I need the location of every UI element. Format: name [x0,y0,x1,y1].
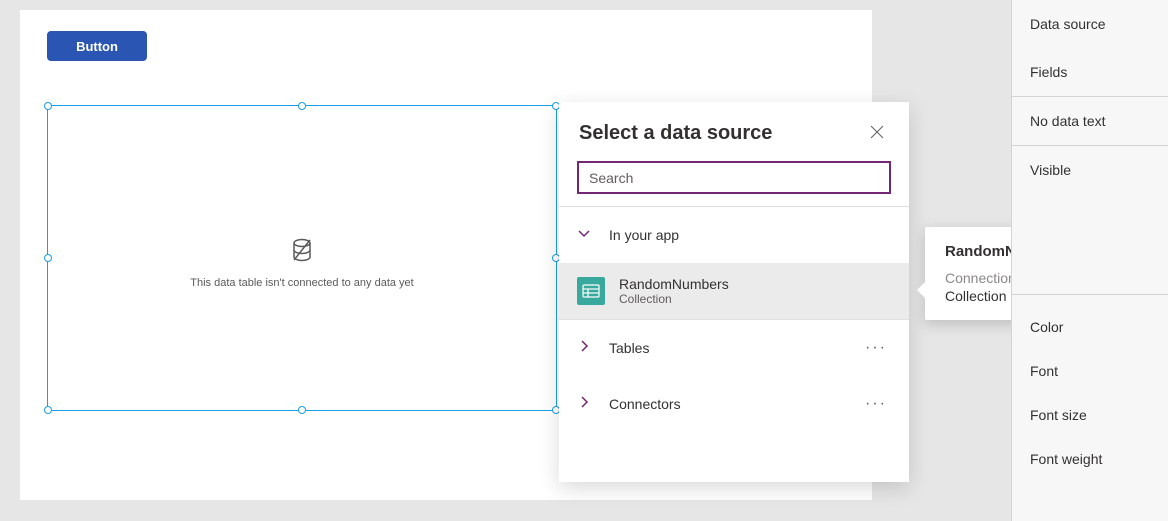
tables-row[interactable]: Tables ··· [559,320,909,376]
prop-color[interactable]: Color [1012,305,1168,349]
more-button[interactable]: ··· [861,391,891,417]
more-icon: ··· [865,339,887,356]
empty-state-text: This data table isn't connected to any d… [48,277,556,289]
panel-header: Select a data source [559,102,909,161]
resize-handle[interactable] [298,406,306,414]
chevron-right-icon [577,395,591,414]
chevron-down-icon [577,226,591,245]
chevron-right-icon [577,339,591,358]
resize-handle[interactable] [44,406,52,414]
search-wrap [559,161,909,206]
empty-state: This data table isn't connected to any d… [48,236,556,289]
more-button[interactable]: ··· [861,335,891,361]
row-label: RandomNumbers Collection [619,276,891,306]
resize-handle[interactable] [298,102,306,110]
collection-row[interactable]: RandomNumbers Collection [559,263,909,319]
in-your-app-row[interactable]: In your app [559,207,909,263]
prop-fields[interactable]: Fields [1012,48,1168,96]
data-table-selection[interactable]: This data table isn't connected to any d… [47,105,557,411]
database-icon [288,236,316,269]
collection-icon [577,277,605,305]
button-control[interactable]: Button [47,31,147,61]
prop-visible[interactable]: Visible [1012,146,1168,194]
prop-data-source[interactable]: Data source [1012,0,1168,48]
row-label: In your app [609,227,891,243]
connectors-row[interactable]: Connectors ··· [559,376,909,432]
prop-font-weight[interactable]: Font weight [1012,437,1168,481]
resize-handle[interactable] [44,102,52,110]
properties-panel: Data source Fields No data text Visible … [1011,0,1168,521]
data-source-panel: Select a data source In your app [559,102,909,482]
row-label: Connectors [609,396,861,412]
prop-no-data-text[interactable]: No data text [1012,97,1168,145]
search-input[interactable] [577,161,891,194]
more-icon: ··· [865,395,887,412]
row-label: Tables [609,340,861,356]
close-button[interactable] [865,120,889,147]
panel-title: Select a data source [579,122,772,145]
prop-font[interactable]: Font [1012,349,1168,393]
close-icon [869,128,885,143]
prop-font-size[interactable]: Font size [1012,393,1168,437]
